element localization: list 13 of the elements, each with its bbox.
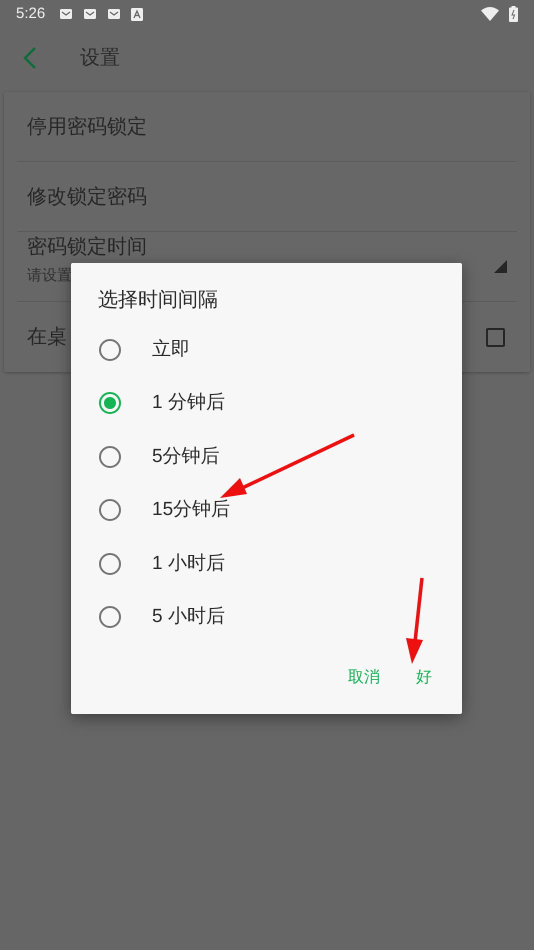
status-time: 5:26 bbox=[16, 4, 46, 24]
option-label: 1 分钟后 bbox=[152, 391, 225, 415]
option-label: 5分钟后 bbox=[152, 444, 220, 468]
setting-title: 密码锁定时间 bbox=[27, 235, 147, 259]
setting-title: 修改锁定密码 bbox=[27, 184, 147, 210]
option-label: 立即 bbox=[152, 338, 190, 362]
option-label: 5 小时后 bbox=[152, 605, 225, 629]
setting-title: 停用密码锁定 bbox=[27, 114, 147, 140]
dialog-title: 选择时间间隔 bbox=[97, 288, 219, 313]
option-label: 1 小时后 bbox=[152, 552, 225, 576]
setting-title: 在桌 bbox=[27, 325, 67, 350]
option-label: 15分钟后 bbox=[152, 498, 230, 522]
page-title: 设置 bbox=[80, 46, 120, 71]
